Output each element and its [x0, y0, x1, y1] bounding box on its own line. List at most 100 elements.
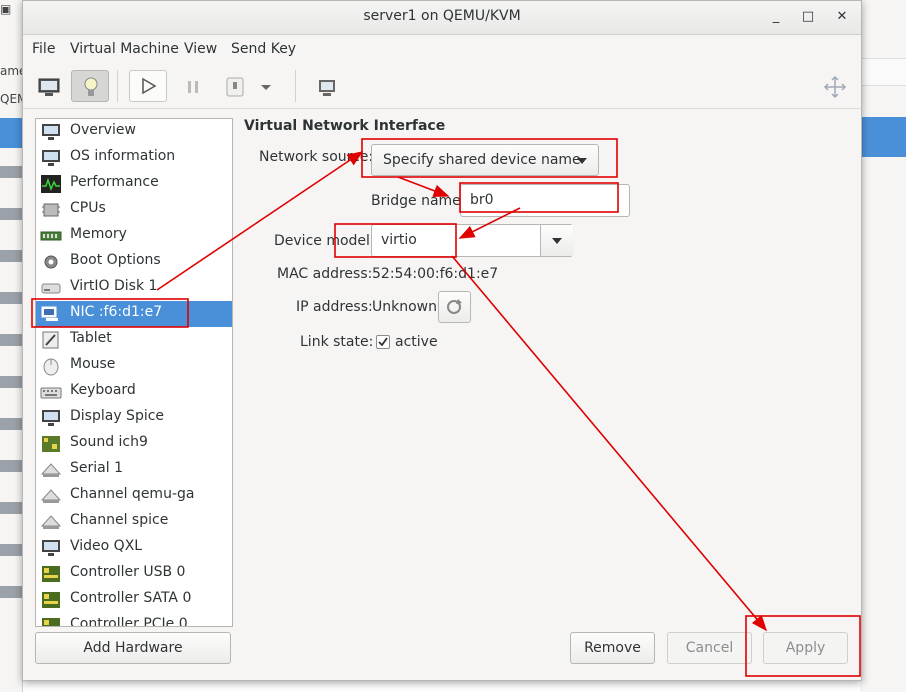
background-selected-row [860, 117, 906, 157]
shutdown-menu-button[interactable] [253, 70, 277, 102]
sidebar-item-label: NIC :f6:d1:e7 [70, 304, 163, 320]
lightbulb-icon [84, 77, 98, 96]
maximize-button[interactable]: □ [799, 8, 817, 26]
run-button[interactable] [129, 70, 167, 102]
cancel-button[interactable]: Cancel [667, 632, 752, 664]
background-icon: ▣ [0, 2, 12, 16]
sidebar-item[interactable]: Controller USB 0 [36, 561, 232, 587]
sidebar-item-label: VirtIO Disk 1 [70, 278, 158, 294]
sidebar-item[interactable]: OS information [36, 145, 232, 171]
background-label-name: ame [0, 64, 22, 78]
sidebar-item[interactable]: Keyboard [36, 379, 232, 405]
disk-icon [40, 278, 62, 298]
sidebar-item[interactable]: Channel spice [36, 509, 232, 535]
section-title: Virtual Network Interface [244, 118, 446, 134]
refresh-icon [447, 299, 462, 314]
snapshots-icon [319, 80, 335, 96]
menu-file[interactable]: File [32, 41, 55, 57]
bridge-name-input[interactable]: br0 [460, 184, 630, 217]
sidebar-item[interactable]: Memory [36, 223, 232, 249]
sidebar-item[interactable]: Serial 1 [36, 457, 232, 483]
toolbar [23, 64, 861, 109]
close-button[interactable]: ✕ [833, 8, 851, 26]
sidebar-item-label: Tablet [70, 330, 112, 346]
menu-virtual-machine[interactable]: Virtual Machine [70, 41, 179, 57]
pause-icon [188, 81, 198, 93]
bridge-name-value: br0 [470, 192, 494, 208]
sidebar-item[interactable]: CPUs [36, 197, 232, 223]
background-row [0, 292, 22, 304]
monitor-icon [38, 78, 60, 96]
apply-button[interactable]: Apply [763, 632, 848, 664]
network-source-dropdown[interactable]: Specify shared device name [371, 144, 599, 176]
chevron-down-icon [552, 238, 562, 244]
sidebar-item[interactable]: Video QXL [36, 535, 232, 561]
sidebar-item[interactable]: Boot Options [36, 249, 232, 275]
sidebar-item[interactable]: Controller SATA 0 [36, 587, 232, 613]
sidebar-item-label: Video QXL [70, 538, 143, 554]
device-model-combo[interactable]: virtio [371, 224, 573, 257]
sidebar-item-label: Performance [70, 174, 159, 190]
network-icon [40, 304, 62, 324]
minimize-button[interactable]: _ [767, 8, 785, 26]
snapshots-button[interactable] [307, 70, 345, 102]
keyboard-icon [40, 382, 62, 402]
background-row [0, 544, 22, 556]
toolbar-separator [295, 70, 296, 102]
background-header [860, 58, 906, 86]
sidebar-item-label: Boot Options [70, 252, 161, 268]
sidebar-item[interactable]: VirtIO Disk 1 [36, 275, 232, 301]
sidebar-item[interactable]: Sound ich9 [36, 431, 232, 457]
sidebar-item[interactable]: Mouse [36, 353, 232, 379]
sidebar-item-label: CPUs [70, 200, 106, 216]
controller-icon [40, 616, 62, 626]
hardware-list[interactable]: Overview OS information Performance CPUs Mem… [35, 118, 233, 627]
details-view-button[interactable] [71, 70, 109, 102]
link-state-label: Link state: [300, 334, 374, 350]
cpu-icon [40, 200, 62, 220]
sidebar-item[interactable]: NIC :f6:d1:e7 [36, 301, 232, 327]
device-model-dropdown-button[interactable] [540, 225, 573, 256]
menu-send-key[interactable]: Send Key [231, 41, 296, 57]
console-view-button[interactable] [29, 70, 67, 102]
sidebar-item-label: Sound ich9 [70, 434, 148, 450]
background-row [0, 166, 22, 178]
sidebar-item[interactable]: Overview [36, 119, 232, 145]
sidebar-item-label: Channel qemu-ga [70, 486, 195, 502]
link-state-value: active [395, 334, 438, 350]
title-bar[interactable]: server1 on QEMU/KVM _ □ ✕ [23, 1, 861, 35]
fullscreen-button[interactable] [815, 70, 853, 102]
background-app-left: ▣ ame QEM [0, 0, 23, 692]
link-state-checkbox[interactable] [376, 335, 390, 349]
network-source-value: Specify shared device name [383, 152, 581, 168]
monitor-icon [40, 538, 62, 558]
tablet-icon [40, 330, 62, 350]
device-model-value: virtio [381, 232, 417, 248]
background-selected-row [0, 118, 22, 148]
display-icon [40, 408, 62, 428]
sidebar-item[interactable]: Tablet [36, 327, 232, 353]
toolbar-separator [117, 70, 118, 102]
shutdown-button[interactable] [215, 70, 253, 102]
remove-button[interactable]: Remove [570, 632, 655, 664]
controller-icon [40, 564, 62, 584]
serial-icon [40, 460, 62, 480]
pause-button[interactable] [173, 70, 211, 102]
mac-address-value: 52:54:00:f6:d1:e7 [372, 266, 499, 282]
sidebar-item-label: Controller PCIe 0 [70, 616, 188, 627]
menu-view[interactable]: View [184, 41, 217, 57]
monitor-icon [40, 122, 62, 142]
mouse-icon [40, 356, 62, 376]
sidebar-item-label: Display Spice [70, 408, 165, 424]
sidebar-item-label: Controller USB 0 [70, 564, 186, 580]
background-row [0, 418, 22, 430]
sidebar-item[interactable]: Controller PCIe 0 [36, 613, 232, 627]
refresh-ip-button[interactable] [438, 291, 471, 323]
sidebar-item-label: Memory [70, 226, 127, 242]
add-hardware-button[interactable]: Add Hardware [35, 632, 231, 664]
sidebar-item[interactable]: Performance [36, 171, 232, 197]
sidebar-item[interactable]: Channel qemu-ga [36, 483, 232, 509]
performance-icon [40, 174, 62, 194]
sidebar-item[interactable]: Display Spice [36, 405, 232, 431]
channel-icon [40, 512, 62, 532]
